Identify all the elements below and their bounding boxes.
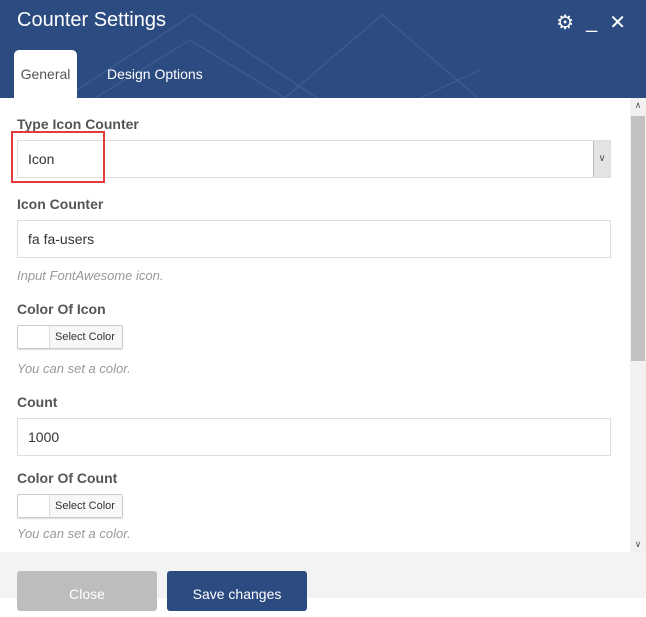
type-icon-counter-select[interactable]: Icon ∨ — [17, 140, 611, 178]
dialog-title: Counter Settings — [17, 9, 166, 31]
scroll-down-icon[interactable]: ∨ — [630, 539, 646, 550]
color-of-count-picker[interactable]: Select Color — [17, 494, 123, 518]
color-of-icon-label: Color Of Icon — [17, 301, 106, 317]
highlight-box — [11, 131, 105, 183]
gear-icon[interactable]: ⚙ — [556, 10, 574, 35]
select-color-label: Select Color — [50, 495, 122, 517]
scrollbar[interactable]: ∧ ∨ — [630, 98, 646, 552]
tab-general[interactable]: General — [14, 50, 77, 98]
scrollbar-thumb[interactable] — [631, 116, 645, 361]
color-swatch — [18, 326, 50, 348]
icon-counter-label: Icon Counter — [17, 196, 104, 212]
color-of-icon-help: You can set a color. — [17, 361, 131, 376]
count-label: Count — [17, 394, 58, 410]
color-of-count-help: You can set a color. — [17, 526, 131, 541]
color-of-count-label: Color Of Count — [17, 470, 118, 486]
tab-design-options[interactable]: Design Options — [95, 50, 215, 98]
dialog-header: Counter Settings ⚙ _ ✕ General Design Op… — [0, 0, 646, 98]
icon-counter-input[interactable]: fa fa-users — [17, 220, 611, 258]
icon-counter-help: Input FontAwesome icon. — [17, 268, 164, 283]
save-changes-button[interactable]: Save changes — [167, 571, 307, 611]
color-of-icon-picker[interactable]: Select Color — [17, 325, 123, 349]
color-swatch — [18, 495, 50, 517]
dialog-footer: Close Save changes — [0, 552, 646, 611]
count-input[interactable]: 1000 — [17, 418, 611, 456]
chevron-down-icon[interactable]: ∨ — [593, 141, 610, 177]
scroll-up-icon[interactable]: ∧ — [630, 100, 646, 111]
close-icon[interactable]: ✕ — [609, 10, 626, 35]
select-color-label: Select Color — [50, 326, 122, 348]
close-button[interactable]: Close — [17, 571, 157, 611]
minimize-icon[interactable]: _ — [586, 11, 597, 34]
type-icon-counter-label: Type Icon Counter — [17, 116, 139, 132]
